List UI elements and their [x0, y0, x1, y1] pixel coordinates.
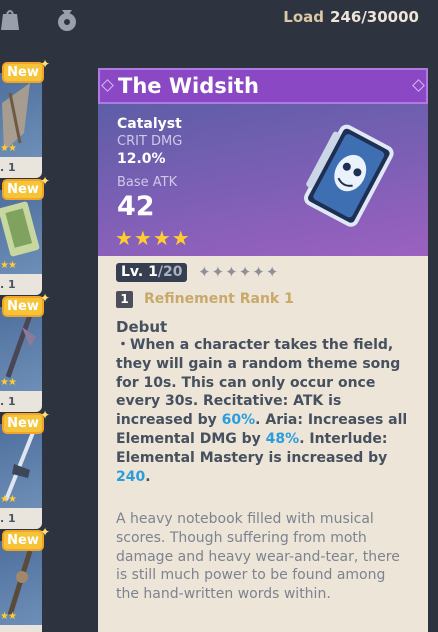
sparkle-icon: ✦ — [40, 525, 51, 539]
item-card: ★★ — [0, 541, 42, 632]
item-level: . 1 — [0, 161, 16, 174]
item-card: ★★ . 1 — [0, 190, 42, 295]
sparkle-icon: ✦ — [40, 57, 51, 71]
load-value: 246/30000 — [330, 8, 419, 26]
sparkle-icon: ✦ — [40, 408, 51, 422]
wish-bag-icon[interactable] — [0, 6, 26, 32]
weapon-type: Catalyst — [117, 116, 182, 132]
passive-effect: ・When a character takes the field, they … — [116, 336, 410, 486]
passive-name: Debut — [116, 318, 168, 336]
inventory-load: Load 246/30000 — [283, 8, 419, 26]
effect-value: 240 — [116, 468, 146, 485]
new-badge: New — [2, 179, 44, 200]
substat-label: CRIT DMG — [117, 134, 183, 149]
item-stars: ★★ — [0, 377, 17, 388]
inventory-list: ★★ . 1 New ✦ ★★ . 1 New ✦ ★★ . 1 New ✦ ★… — [0, 40, 50, 632]
rarity-stars: ★★★★ — [115, 226, 191, 250]
inventory-item[interactable]: ★★ . 1 New ✦ — [0, 57, 50, 178]
sparkle-icon: ✦ — [40, 291, 51, 305]
load-label: Load — [283, 8, 325, 26]
inventory-item[interactable]: ★★ New ✦ — [0, 525, 50, 632]
weapon-detail-panel: The Widsith Catalyst CRIT DMG 12.0% Base… — [98, 68, 428, 632]
inventory-item[interactable]: ★★ . 1 New ✦ — [0, 408, 50, 529]
weapon-stats: Catalyst CRIT DMG 12.0% Base ATK 42 ★★★★ — [98, 104, 428, 256]
item-level: . 1 — [0, 395, 16, 408]
refinement-number: 1 — [116, 291, 133, 308]
item-level-value: 1 — [8, 512, 16, 525]
item-card: ★★ . 1 — [0, 73, 42, 178]
effect-value: 48% — [265, 430, 300, 447]
item-card: ★★ . 1 — [0, 424, 42, 529]
sparkle-icon: ✦ — [40, 174, 51, 188]
new-badge: New — [2, 530, 44, 551]
header-ornament — [412, 79, 425, 92]
effect-value: 60% — [221, 412, 256, 429]
base-atk-value: 42 — [117, 191, 155, 222]
inventory-item[interactable]: ★★ . 1 New ✦ — [0, 174, 50, 295]
base-atk-label: Base ATK — [117, 175, 178, 190]
refinement-rank: Refinement Rank 1 — [144, 291, 294, 307]
weapon-description: Lv. 1/20 ✦✦✦✦✦✦ 1 Refinement Rank 1 Debu… — [98, 256, 428, 632]
catalyst-book-icon — [304, 124, 394, 227]
weapon-name: The Widsith — [118, 74, 259, 98]
level-max: /20 — [157, 264, 183, 280]
inventory-item[interactable]: ★★ . 1 New ✦ — [0, 291, 50, 412]
weapon-header: The Widsith — [98, 68, 428, 104]
weapon-lore: A heavy notebook filled with musical sco… — [116, 511, 400, 603]
new-badge: New — [2, 62, 44, 83]
item-level-value: 1 — [8, 395, 16, 408]
item-stars: ★★ — [0, 260, 17, 271]
item-level-value: 1 — [8, 278, 16, 291]
item-stars: ★★ — [0, 143, 17, 154]
ascension-stars: ✦✦✦✦✦✦ — [198, 263, 280, 281]
new-badge: New — [2, 296, 44, 317]
effect-text: . — [145, 468, 151, 485]
top-bar: Load 246/30000 — [0, 0, 438, 44]
item-card: ★★ . 1 — [0, 307, 42, 412]
substat-value: 12.0% — [117, 151, 166, 167]
item-stars: ★★ — [0, 494, 17, 505]
money-bag-icon[interactable] — [54, 6, 80, 32]
level-current: Lv. 1 — [121, 264, 158, 280]
weapon-level: Lv. 1/20 — [116, 263, 188, 282]
item-stars: ★★ — [0, 611, 17, 622]
header-ornament — [101, 79, 114, 92]
item-level: . 1 — [0, 512, 16, 525]
item-level: . 1 — [0, 278, 16, 291]
new-badge: New — [2, 413, 44, 434]
item-level-value: 1 — [8, 161, 16, 174]
